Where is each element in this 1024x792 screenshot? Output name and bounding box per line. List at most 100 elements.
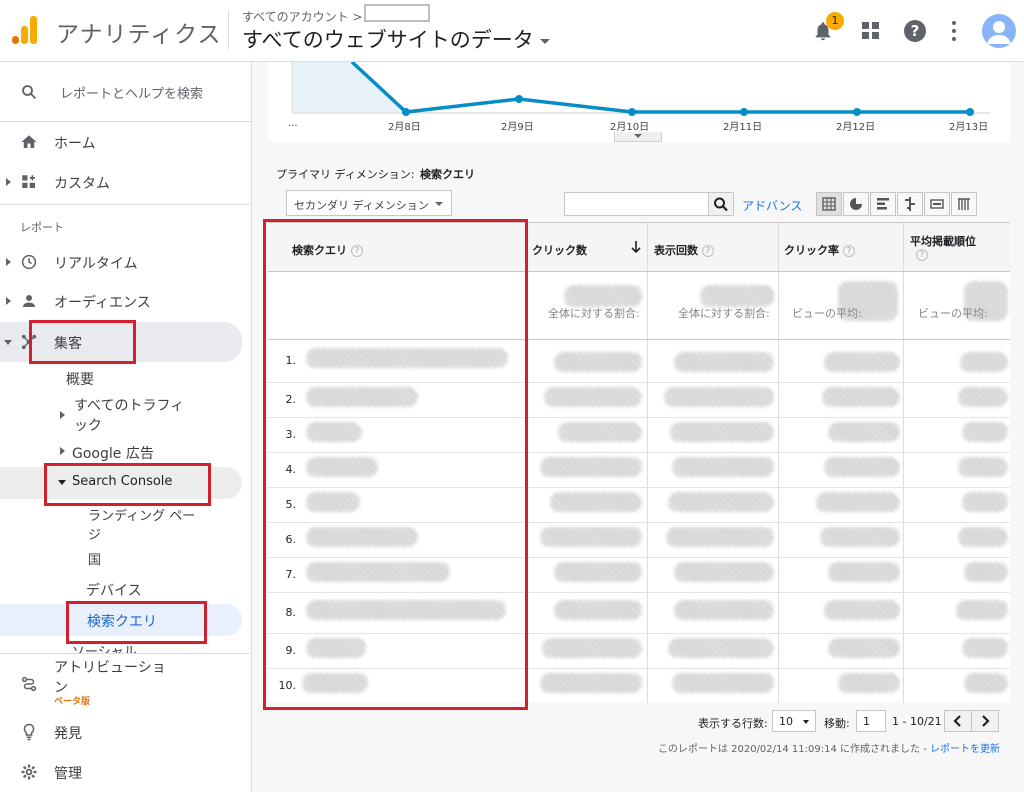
analytics-logo-icon[interactable] <box>10 14 38 46</box>
goto-label: 移動: <box>824 717 850 730</box>
view-pivot-button[interactable] <box>951 192 977 216</box>
sidebar-subitem-devices[interactable]: デバイス <box>86 580 142 600</box>
redacted-impressions-value <box>668 638 774 658</box>
view-performance-button[interactable] <box>870 192 896 216</box>
total-position-sub: ビューの平均: <box>918 307 988 320</box>
view-pie-button[interactable] <box>843 192 869 216</box>
next-page-button[interactable] <box>971 710 999 732</box>
redacted-impressions-value <box>674 352 774 372</box>
lightbulb-icon <box>23 723 35 741</box>
rows-per-page-select[interactable]: 10 <box>772 710 816 732</box>
redacted-position-value <box>962 492 1008 512</box>
expand-arrow-icon <box>6 297 11 305</box>
view-term-cloud-button[interactable] <box>924 192 950 216</box>
sidebar-subitem-google-ads[interactable]: Google 広告 <box>72 443 154 463</box>
primary-dimension-value[interactable]: 検索クエリ <box>420 166 475 182</box>
highlight-box-query-column <box>263 219 528 710</box>
account-breadcrumb[interactable]: すべてのアカウント > <box>242 8 363 25</box>
sidebar-item-audience[interactable]: オーディエンス <box>0 283 252 319</box>
help-icon[interactable]: ? <box>702 245 714 257</box>
sidebar-subitem-all-traffic[interactable]: すべてのトラフィ <box>74 395 184 415</box>
redacted-position-value <box>962 638 1008 658</box>
search-icon <box>714 197 728 212</box>
chart-point[interactable] <box>515 95 523 103</box>
view-comparison-button[interactable] <box>897 192 923 216</box>
redacted-clicks-value <box>554 352 642 372</box>
redacted-ctr-value <box>822 387 900 407</box>
sidebar-item-realtime[interactable]: リアルタイム <box>0 244 252 280</box>
chart-point[interactable] <box>740 108 748 116</box>
redacted-clicks-value <box>540 527 642 547</box>
secondary-dimension-dropdown[interactable]: セカンダリ ディメンション <box>286 190 452 216</box>
collapse-arrow-icon <box>4 340 12 345</box>
redacted-impressions-value <box>666 527 774 547</box>
refresh-report-link[interactable]: レポートを更新 <box>930 744 1000 755</box>
chevron-down-icon <box>634 134 642 138</box>
redacted-ctr-value <box>816 492 900 512</box>
chevron-down-icon <box>435 202 443 206</box>
apps-grid-icon[interactable] <box>862 22 880 40</box>
advanced-filter-link[interactable]: アドバンス <box>742 197 802 214</box>
sidebar-subitem-landing-pages[interactable]: ランディング ペー <box>88 505 195 524</box>
primary-dimension-label: プライマリ ディメンション: <box>276 168 415 181</box>
chart-collapse-handle[interactable] <box>614 132 662 142</box>
term-cloud-icon <box>930 199 944 209</box>
property-selector[interactable]: すべてのウェブサイトのデータ <box>242 24 550 54</box>
column-header-label: クリック率 <box>784 244 839 257</box>
redacted-ctr-value <box>838 673 900 693</box>
highlight-box-queries <box>66 601 207 644</box>
top-header: アナリティクス すべてのアカウント > すべてのウェブサイトのデータ 1 ? <box>0 0 1024 62</box>
grid-icon <box>822 197 836 211</box>
expand-arrow-icon <box>60 447 65 455</box>
prev-page-button[interactable] <box>944 710 972 732</box>
redacted-ctr-value <box>824 600 900 620</box>
sidebar-item-attribution[interactable]: アトリビューショ ン ベータ版 <box>0 660 252 710</box>
sidebar-search[interactable]: レポートとヘルプを検索 <box>0 74 252 110</box>
sidebar-item-home[interactable]: ホーム <box>0 124 252 160</box>
chevron-down-icon <box>803 720 809 724</box>
secondary-dimension-label: セカンダリ ディメンション <box>294 199 429 212</box>
sidebar-item-label: ホーム <box>54 136 96 152</box>
goto-page-input[interactable]: 1 <box>856 710 886 732</box>
sidebar-item-custom[interactable]: カスタム <box>0 164 252 200</box>
chart-series-line <box>350 60 970 114</box>
view-table-button[interactable] <box>816 192 842 216</box>
avatar[interactable] <box>982 14 1016 48</box>
header-divider <box>228 10 229 50</box>
column-header-clicks[interactable]: クリック数 <box>532 242 587 258</box>
report-created-text: このレポートは 2020/02/14 11:09:14 に作成されました - <box>657 744 927 755</box>
chart-point[interactable] <box>402 108 410 116</box>
sidebar-item-discover[interactable]: 発見 <box>0 714 252 750</box>
table-search-input[interactable] <box>564 192 710 216</box>
help-icon[interactable]: ? <box>843 245 855 257</box>
redacted-ctr-value <box>824 352 900 372</box>
column-header-ctr[interactable]: クリック率? <box>784 242 855 258</box>
sort-down-arrow-icon[interactable] <box>631 240 641 254</box>
sidebar-item-label: 発見 <box>54 726 82 742</box>
total-clicks-sub: 全体に対する割合: <box>548 307 640 320</box>
help-icon[interactable]: ? <box>916 249 928 261</box>
expand-arrow-icon <box>60 411 65 419</box>
pie-chart-icon <box>850 198 862 210</box>
attribution-icon <box>21 676 37 692</box>
more-vert-icon[interactable] <box>951 21 957 41</box>
pivot-icon <box>958 198 970 210</box>
sidebar-subitem-overview[interactable]: 概要 <box>66 369 94 389</box>
chart-point[interactable] <box>966 108 974 116</box>
chart-point[interactable] <box>853 108 861 116</box>
sidebar-subitem-countries[interactable]: 国 <box>88 549 101 568</box>
report-toolbar: セカンダリ ディメンション アドバンス <box>268 186 1010 222</box>
help-icon[interactable]: ? <box>904 20 926 42</box>
rows-per-page-label: 表示する行数: <box>698 717 768 730</box>
column-header-position[interactable]: 平均掲載順位 <box>910 233 976 249</box>
chevron-down-icon <box>539 38 550 44</box>
table-search-button[interactable] <box>708 192 734 216</box>
redacted-position-value <box>962 422 1008 442</box>
redacted-position-value <box>964 562 1008 582</box>
chart-point[interactable] <box>628 108 636 116</box>
sidebar-item-admin[interactable]: 管理 <box>0 754 252 790</box>
column-header-impressions[interactable]: 表示回数? <box>654 242 714 258</box>
search-icon <box>22 85 37 100</box>
chart-tick-label: 2月12日 <box>836 122 876 133</box>
sidebar-item-label: オーディエンス <box>54 295 151 311</box>
